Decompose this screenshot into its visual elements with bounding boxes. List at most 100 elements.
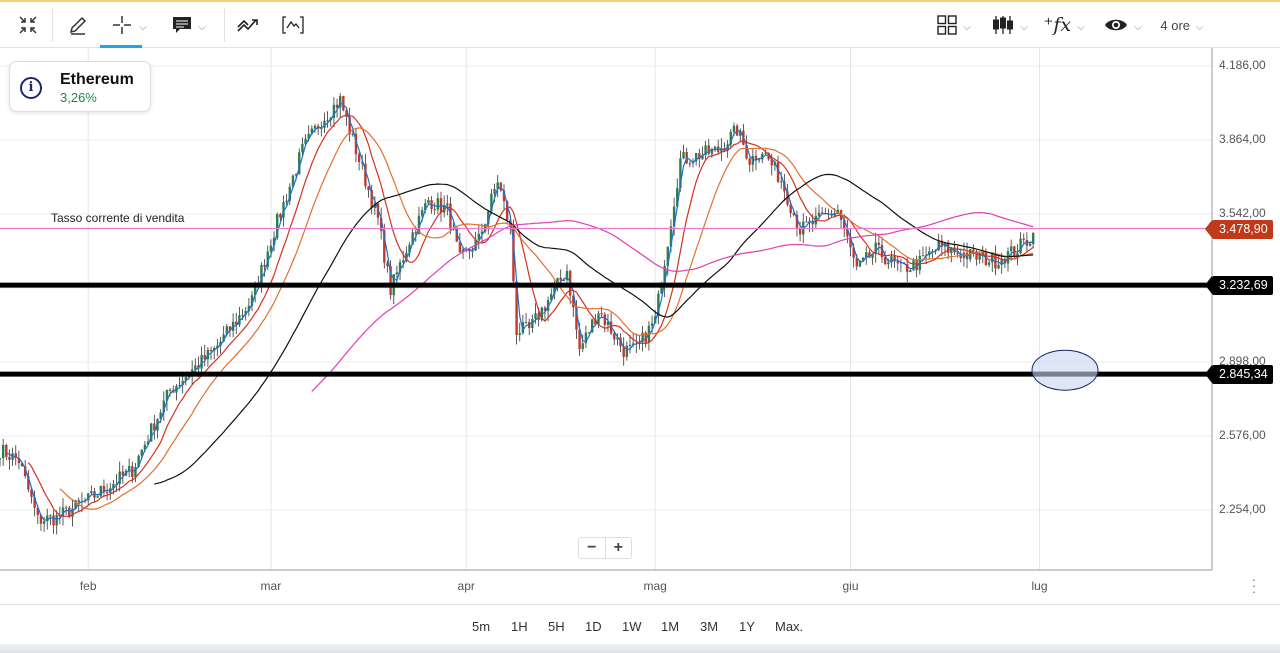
current-rate-annotation: Tasso corrente di vendita <box>51 211 185 225</box>
range-5m[interactable]: 5m <box>472 619 490 634</box>
indicators-button[interactable]: ⁺𝑓x ⌵ <box>1040 2 1088 48</box>
pencil-icon[interactable] <box>62 2 94 48</box>
candle-body <box>105 491 109 493</box>
indicator-bracket-icon[interactable] <box>278 2 308 48</box>
range-1h[interactable]: 1H <box>511 619 528 634</box>
highlight-ellipse <box>1031 349 1099 391</box>
candle-body <box>1 445 5 459</box>
chevron-down-icon: ⌵ <box>963 21 971 33</box>
candle-body <box>5 445 8 457</box>
candle-body <box>600 313 603 315</box>
candle-body <box>732 125 736 132</box>
candle-body <box>896 261 899 264</box>
candle-body <box>581 343 584 350</box>
more-options-icon[interactable]: · · · <box>1250 572 1258 598</box>
divider <box>224 8 225 42</box>
y-tick-label: 2.254,00 <box>1219 502 1266 517</box>
instrument-name: Ethereum <box>60 71 134 88</box>
candle-body <box>8 456 11 460</box>
moving-average-line <box>154 173 1034 485</box>
chart-type-button[interactable]: ⌵ <box>988 2 1032 48</box>
trend-icon[interactable] <box>232 2 264 48</box>
candle-body <box>96 496 99 498</box>
range-5h[interactable]: 5H <box>548 619 565 634</box>
x-tick-label: giu <box>842 579 859 593</box>
candle-body <box>433 209 436 211</box>
candle-body <box>713 146 717 149</box>
candle-body <box>367 186 370 191</box>
eye-icon <box>1105 19 1128 31</box>
candle-body <box>55 514 58 526</box>
candle-body <box>1009 246 1013 252</box>
y-tick-label: 4.186,00 <box>1219 58 1266 72</box>
candle-body <box>241 314 244 316</box>
candle-body <box>279 214 282 218</box>
candle-body <box>209 349 213 351</box>
price-chart[interactable] <box>0 48 1280 604</box>
candle-body <box>682 152 685 159</box>
candle-body <box>748 158 751 165</box>
chevron-down-icon: ⌵ <box>1077 21 1085 33</box>
current-price-label: 3.478,90 <box>1205 220 1273 239</box>
layout-button[interactable]: ⌵ <box>934 2 974 48</box>
candle-body <box>1032 233 1035 245</box>
candle-body <box>301 143 304 153</box>
timeframe-label: 4 ore <box>1160 17 1191 33</box>
candle-body <box>313 125 317 129</box>
zoom-controls: − + <box>578 537 632 559</box>
candle-body <box>805 221 808 223</box>
candle-body <box>650 323 654 326</box>
y-tick-label: 3.542,00 <box>1219 206 1266 220</box>
function-fx-icon: ⁺𝑓x <box>1043 14 1072 36</box>
candle-body <box>817 212 821 216</box>
chevron-down-icon: ⌵ <box>1134 21 1142 33</box>
range-3m[interactable]: 3M <box>700 619 718 634</box>
x-tick-label: lug <box>1031 579 1048 593</box>
candle-body <box>326 120 329 122</box>
candle-body <box>877 242 881 245</box>
candlestick-icon <box>993 16 1014 34</box>
instrument-info-card[interactable]: i Ethereum 3,26% <box>9 61 151 112</box>
info-icon: i <box>20 77 42 99</box>
collapse-icon[interactable] <box>12 2 44 48</box>
candle-body <box>90 491 93 494</box>
browser-status-strip <box>0 644 1280 653</box>
support-price-label-1: 3.232,69 <box>1205 276 1273 295</box>
x-tick-label: mar <box>260 579 282 593</box>
support-price-label-2: 2.845,34 <box>1205 365 1273 384</box>
divider <box>52 8 53 42</box>
zoom-in-button[interactable]: + <box>606 538 632 558</box>
candle-body <box>49 515 52 517</box>
range-1d[interactable]: 1D <box>585 619 602 634</box>
zoom-out-button[interactable]: − <box>579 538 606 558</box>
range-bar: 5m 1H 5H 1D 1W 1M 3M 1Y Max. <box>0 604 1280 644</box>
instrument-change: 3,26% <box>60 90 97 105</box>
candle-body <box>127 466 131 471</box>
candle-body <box>99 485 102 497</box>
comment-tool-button[interactable]: ⌵ <box>166 2 212 48</box>
candle-body <box>559 277 562 281</box>
visibility-button[interactable]: ⌵ <box>1100 2 1146 48</box>
candle-body <box>997 264 1000 269</box>
x-tick-label: mag <box>643 579 667 593</box>
chevron-down-icon: ⌵ <box>139 21 147 33</box>
candle-body <box>64 507 68 509</box>
candle-body <box>912 260 915 271</box>
range-1m[interactable]: 1M <box>661 619 679 634</box>
moving-average-line <box>6 102 1034 521</box>
range-max[interactable]: Max. <box>775 619 803 634</box>
candle-body <box>798 228 802 235</box>
crosshair-icon <box>113 16 132 34</box>
candle-body <box>921 255 925 257</box>
candle-body <box>780 181 783 183</box>
candle-body <box>1022 238 1025 240</box>
comment-icon <box>173 17 192 33</box>
timeframe-select[interactable]: 4 ore ⌵ <box>1156 2 1208 48</box>
candle-body <box>628 344 632 346</box>
candle-body <box>427 200 430 204</box>
range-1y[interactable]: 1Y <box>739 619 755 634</box>
candle-body <box>168 389 172 391</box>
candle-body <box>395 272 399 275</box>
crosshair-tool-button[interactable]: ⌵ <box>104 2 154 48</box>
range-1w[interactable]: 1W <box>622 619 642 634</box>
